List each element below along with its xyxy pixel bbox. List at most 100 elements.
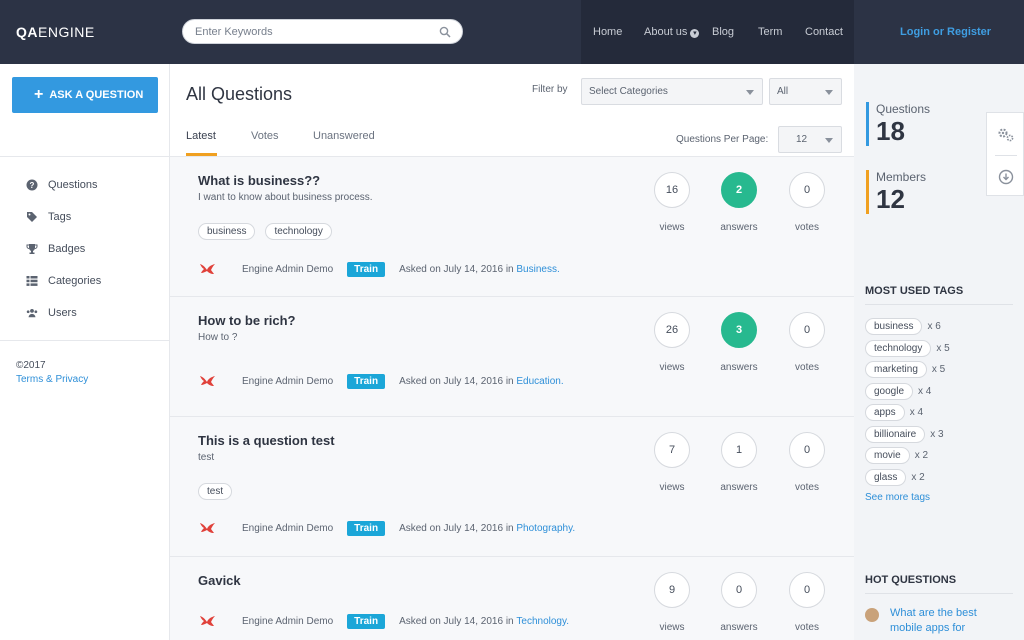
votes-stat: 0 votes [789, 312, 825, 373]
asked-date: Asked on July 14, 2016 in [399, 375, 514, 387]
widget-divider [865, 304, 1013, 305]
tag-chip[interactable]: business [198, 223, 256, 240]
download-tool[interactable] [987, 157, 1024, 197]
tab-unanswered[interactable]: Unanswered [313, 130, 375, 142]
votes-label: votes [795, 482, 819, 493]
tag-count: x 3 [930, 429, 944, 440]
tab-latest[interactable]: Latest [186, 130, 216, 142]
question-title[interactable]: How to be rich? [198, 313, 296, 328]
question-title[interactable]: What is business?? [198, 173, 320, 188]
ask-question-button[interactable]: + ASK A QUESTION [12, 77, 158, 113]
search-input[interactable] [195, 20, 425, 43]
tag-count: x 5 [931, 364, 946, 375]
sidebar-item-categories[interactable]: Categories [26, 273, 101, 289]
per-page-select[interactable]: 12 [778, 126, 842, 153]
tag-chip[interactable]: apps [865, 404, 905, 421]
votes-count: 0 [789, 172, 825, 208]
copyright: ©2017 [16, 360, 46, 371]
category-select[interactable]: Select Categories [581, 78, 763, 105]
settings-tool[interactable] [987, 115, 1024, 155]
bird-avatar-icon[interactable] [198, 373, 218, 389]
nav-about-label: About us [644, 26, 688, 38]
tag-chip[interactable]: movie [865, 447, 910, 464]
see-more-tags-link[interactable]: See more tags [865, 492, 930, 503]
nav-home[interactable]: Home [593, 26, 622, 38]
all-select[interactable]: All [769, 78, 842, 105]
author-name[interactable]: Engine Admin Demo [242, 264, 333, 275]
bird-avatar-icon[interactable] [198, 520, 218, 536]
tag-chip[interactable]: marketing [865, 361, 927, 378]
question-meta: Engine Admin Demo Train Asked on July 14… [198, 520, 575, 536]
nav-about[interactable]: About us ▾ [644, 26, 700, 38]
views-stat: 16 views [654, 172, 690, 233]
tag-chip[interactable]: technology [265, 223, 332, 240]
logo-rest: ENGINE [38, 24, 95, 40]
question-title[interactable]: Gavick [198, 573, 241, 588]
left-sidebar: + ASK A QUESTION ? Questions Tags Badges … [0, 64, 170, 640]
views-label: views [659, 222, 685, 233]
login-area: Login or Register [854, 0, 1024, 64]
tag-row: technology x 5 [865, 340, 950, 357]
tab-votes[interactable]: Votes [251, 130, 279, 142]
members-stat-block: Members 12 [866, 170, 986, 214]
members-stat-value: 12 [876, 184, 905, 214]
questions-stat-block: Questions 18 [866, 102, 986, 146]
download-circle-icon [998, 169, 1014, 185]
plus-icon: + [34, 86, 44, 103]
page-title: All Questions [186, 84, 293, 104]
tag-chip[interactable]: glass [865, 469, 907, 486]
answers-count: 1 [721, 432, 757, 468]
category-link[interactable]: Technology. [516, 616, 569, 627]
hot-question-item[interactable]: What are the best mobile apps for [865, 606, 1000, 636]
top-header: QAENGINE Home About us▾ Blog Term Contac… [0, 0, 1024, 64]
tag-chip[interactable]: test [198, 483, 233, 500]
views-stat: 9 views [654, 572, 690, 633]
hot-question-title[interactable]: What are the best mobile apps for [890, 606, 1000, 636]
question-meta: Engine Admin Demo Train Asked on July 14… [198, 613, 569, 629]
views-stat: 26 views [654, 312, 690, 373]
badge-train: Train [347, 520, 386, 536]
nav-contact[interactable]: Contact [805, 26, 843, 38]
answers-stat: 1 answers [720, 432, 758, 493]
question-circle-icon: ? [26, 179, 38, 191]
site-logo[interactable]: QAENGINE [16, 24, 95, 40]
most-used-tags-title: MOST USED TAGS [865, 285, 964, 297]
views-count: 26 [654, 312, 690, 348]
category-link[interactable]: Photography. [516, 523, 575, 534]
tag-chip[interactable]: billionaire [865, 426, 926, 443]
answers-label: answers [720, 482, 758, 493]
sidebar-item-tags[interactable]: Tags [26, 209, 71, 225]
terms-privacy-link[interactable]: Terms & Privacy [16, 374, 88, 385]
asked-date: Asked on July 14, 2016 in [399, 522, 514, 534]
votes-count: 0 [789, 572, 825, 608]
tag-count: x 5 [936, 343, 950, 354]
login-register-link[interactable]: Login or Register [900, 26, 991, 38]
author-name[interactable]: Engine Admin Demo [242, 616, 333, 627]
sidebar-item-label: Tags [48, 211, 72, 223]
tag-chip[interactable]: business [865, 318, 923, 335]
question-title[interactable]: This is a question test [198, 433, 335, 448]
sidebar-item-questions[interactable]: ? Questions [26, 177, 98, 193]
sidebar-item-users[interactable]: Users [26, 305, 77, 321]
bird-avatar-icon[interactable] [198, 613, 218, 629]
sidebar-item-badges[interactable]: Badges [26, 241, 85, 257]
widget-divider [865, 593, 1013, 594]
tag-count: x 6 [927, 321, 941, 332]
author-name[interactable]: Engine Admin Demo [242, 523, 333, 534]
question-item: How to be rich? How to ? Engine Admin De… [170, 297, 854, 417]
category-link[interactable]: Education. [516, 376, 563, 387]
tag-chip[interactable]: technology [865, 340, 932, 357]
search-icon[interactable] [439, 26, 451, 38]
chevron-down-icon [825, 138, 833, 143]
nav-blog[interactable]: Blog [712, 26, 734, 38]
search-box [182, 19, 463, 44]
sidebar-item-label: Badges [48, 243, 86, 255]
question-item: Gavick Engine Admin Demo Train Asked on … [170, 557, 854, 640]
author-name[interactable]: Engine Admin Demo [242, 376, 333, 387]
tag-chip[interactable]: google [865, 383, 914, 400]
bird-avatar-icon[interactable] [198, 261, 218, 277]
category-link[interactable]: Business. [516, 264, 559, 275]
answers-label: answers [720, 622, 758, 633]
per-page-label: Questions Per Page: [676, 134, 769, 145]
nav-term[interactable]: Term [758, 26, 782, 38]
